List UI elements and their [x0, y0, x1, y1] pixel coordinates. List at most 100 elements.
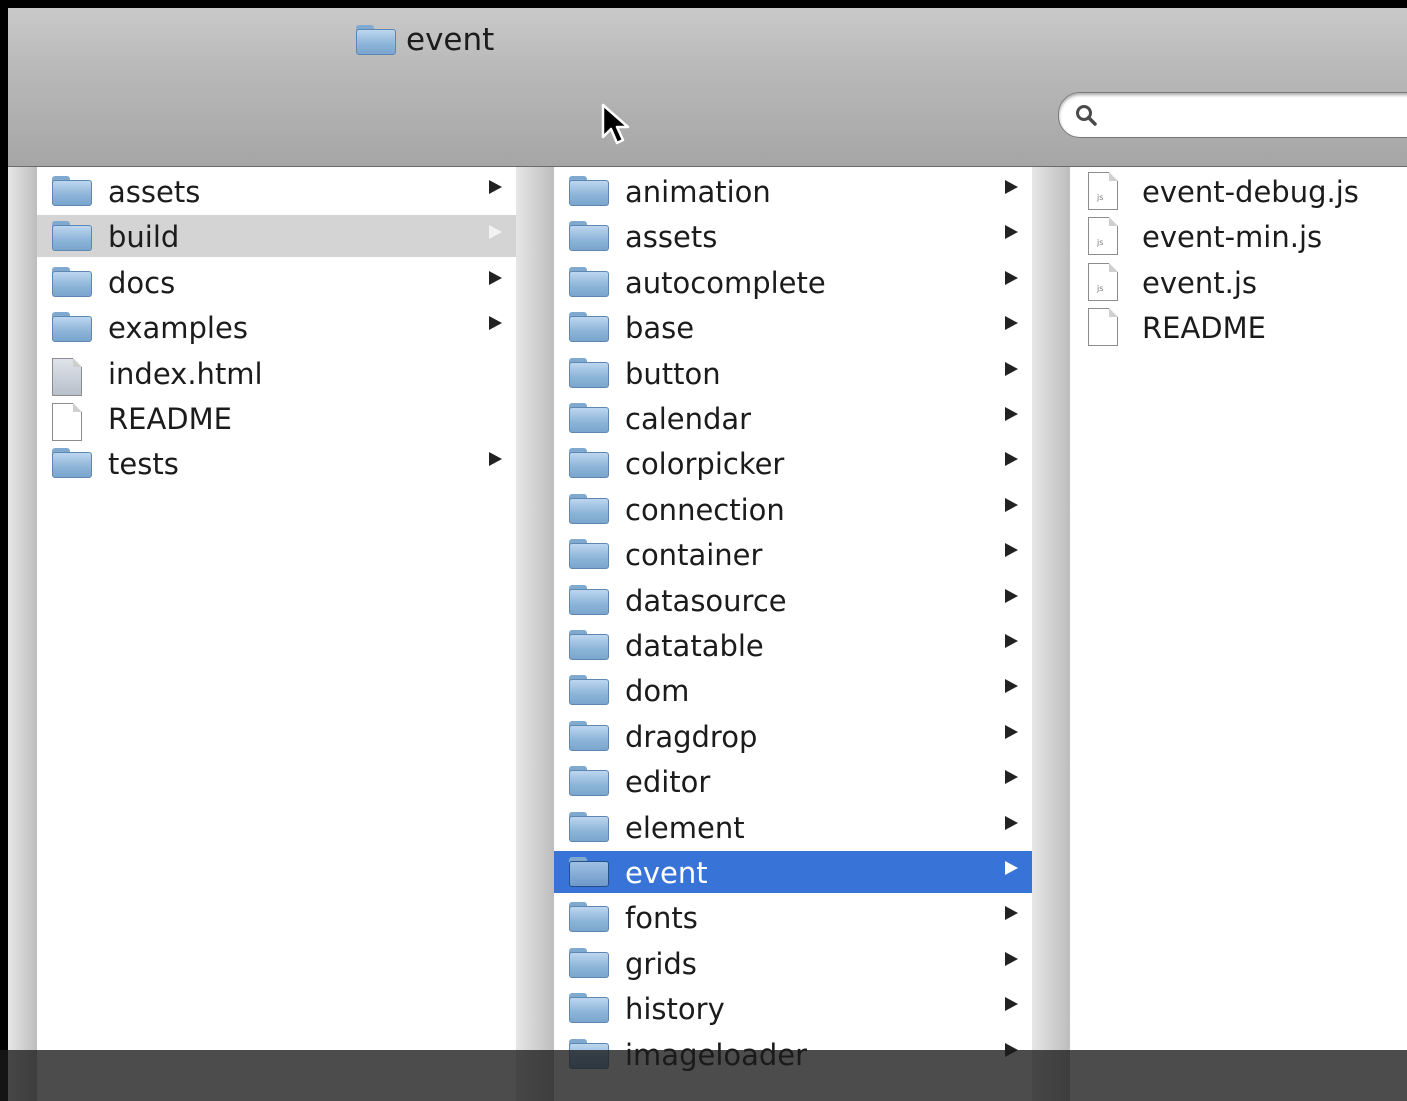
- disclosure-arrow-icon: [1005, 951, 1018, 966]
- list-item[interactable]: build: [37, 215, 516, 258]
- list-item-label: element: [625, 810, 745, 845]
- browser-column-2[interactable]: animation assets autocomplete base button cal…: [554, 167, 1032, 1101]
- folder-icon: [52, 448, 92, 479]
- document-icon: [1088, 308, 1118, 347]
- disclosure-arrow-icon: [1005, 588, 1018, 603]
- list-item[interactable]: autocomplete: [554, 261, 1032, 303]
- list-item[interactable]: dragdrop: [554, 715, 1032, 757]
- list-item[interactable]: README: [1070, 306, 1407, 348]
- list-item-label: datatable: [625, 629, 764, 663]
- list-item-label: event-debug.js: [1142, 175, 1359, 209]
- document-icon: [52, 403, 82, 441]
- browser-column-1[interactable]: assets build docs examples index.html README t…: [37, 167, 516, 1101]
- list-item[interactable]: assets: [37, 170, 516, 212]
- list-item[interactable]: element: [554, 806, 1032, 848]
- disclosure-arrow-icon: [1005, 180, 1018, 194]
- disclosure-arrow-icon: [489, 452, 502, 467]
- column-resize-handle[interactable]: [516, 167, 554, 1101]
- list-item[interactable]: js event-debug.js: [1070, 170, 1407, 212]
- list-item-label: tests: [108, 447, 179, 482]
- list-item-label: README: [108, 402, 232, 436]
- list-item[interactable]: datasource: [554, 579, 1032, 621]
- list-item[interactable]: datatable: [554, 624, 1032, 666]
- folder-icon: [569, 448, 609, 479]
- disclosure-arrow-icon: [1005, 815, 1018, 830]
- js-file-icon: js: [1088, 172, 1118, 210]
- folder-icon: [569, 630, 609, 660]
- list-item[interactable]: base: [554, 306, 1032, 348]
- list-item-label: connection: [625, 492, 785, 527]
- list-item[interactable]: tests: [37, 442, 516, 484]
- folder-icon: [569, 584, 609, 615]
- folder-icon: [52, 221, 92, 252]
- search-icon: [1076, 105, 1097, 126]
- list-item-label: dom: [625, 674, 690, 709]
- column-resize-handle[interactable]: [1032, 167, 1070, 1101]
- disclosure-arrow-icon: [1005, 316, 1018, 331]
- list-item[interactable]: index.html: [37, 352, 516, 396]
- folder-icon: [569, 811, 609, 842]
- folder-icon: [569, 766, 609, 797]
- list-item-label: README: [1142, 311, 1266, 346]
- disclosure-arrow-icon: [1005, 497, 1018, 512]
- folder-icon: [569, 403, 609, 433]
- list-item[interactable]: grids: [554, 942, 1032, 984]
- folder-icon: [569, 176, 609, 206]
- disclosure-arrow-icon: [1005, 770, 1018, 785]
- search-field[interactable]: [1058, 92, 1407, 138]
- list-item-label: assets: [625, 220, 718, 255]
- browser-column-3[interactable]: js event-debug.js js event-min.js js event.js…: [1070, 167, 1407, 1101]
- list-item-label: button: [625, 356, 721, 391]
- list-item-label: event-min.js: [1142, 220, 1323, 255]
- folder-icon: [569, 539, 609, 570]
- js-file-icon: js: [1088, 262, 1118, 301]
- search-input[interactable]: [1109, 99, 1407, 131]
- folder-icon: [569, 675, 609, 706]
- list-item[interactable]: colorpicker: [554, 442, 1032, 484]
- list-item-label: event.js: [1142, 265, 1257, 300]
- list-item[interactable]: README: [37, 397, 516, 441]
- disclosure-arrow-icon: [1005, 997, 1018, 1012]
- list-item-label: colorpicker: [625, 447, 785, 482]
- list-item[interactable]: animation: [554, 170, 1032, 212]
- list-item-label: datasource: [625, 583, 787, 618]
- disclosure-arrow-icon: [1005, 225, 1018, 240]
- js-file-icon: js: [1088, 217, 1118, 256]
- list-item-label: fonts: [625, 901, 698, 936]
- list-item[interactable]: docs: [37, 261, 516, 303]
- list-item[interactable]: history: [554, 987, 1032, 1029]
- disclosure-arrow-icon: [1005, 361, 1018, 376]
- caption-overlay: [0, 1050, 1407, 1101]
- disclosure-arrow-icon: [1005, 543, 1018, 558]
- folder-icon: [569, 357, 609, 388]
- list-item[interactable]: calendar: [554, 397, 1032, 439]
- list-item[interactable]: js event.js: [1070, 261, 1407, 303]
- list-item-label: assets: [108, 175, 201, 209]
- list-item[interactable]: button: [554, 352, 1032, 394]
- list-item[interactable]: connection: [554, 488, 1032, 530]
- folder-icon: [569, 493, 609, 524]
- list-item[interactable]: js event-min.js: [1070, 215, 1407, 257]
- disclosure-arrow-icon: [489, 316, 502, 331]
- disclosure-arrow-icon: [1005, 861, 1018, 875]
- list-item[interactable]: container: [554, 533, 1032, 575]
- window-title: event: [356, 20, 494, 60]
- folder-icon: [569, 312, 609, 343]
- folder-icon: [569, 266, 609, 297]
- finder-toolbar: event: [8, 8, 1407, 168]
- html-file-icon: [52, 357, 82, 396]
- list-item[interactable]: editor: [554, 760, 1032, 802]
- list-item-label: animation: [625, 175, 771, 209]
- disclosure-arrow-icon: [489, 180, 502, 194]
- folder-icon: [569, 857, 609, 887]
- list-item[interactable]: event: [554, 851, 1032, 893]
- mouse-pointer-icon: [601, 103, 630, 145]
- disclosure-arrow-icon: [1005, 452, 1018, 467]
- list-item[interactable]: fonts: [554, 896, 1032, 938]
- list-item[interactable]: dom: [554, 669, 1032, 711]
- list-item[interactable]: examples: [37, 306, 516, 348]
- folder-icon: [52, 266, 92, 297]
- list-item-label: base: [625, 311, 695, 346]
- list-item[interactable]: assets: [554, 215, 1032, 257]
- list-item-label: autocomplete: [625, 265, 826, 300]
